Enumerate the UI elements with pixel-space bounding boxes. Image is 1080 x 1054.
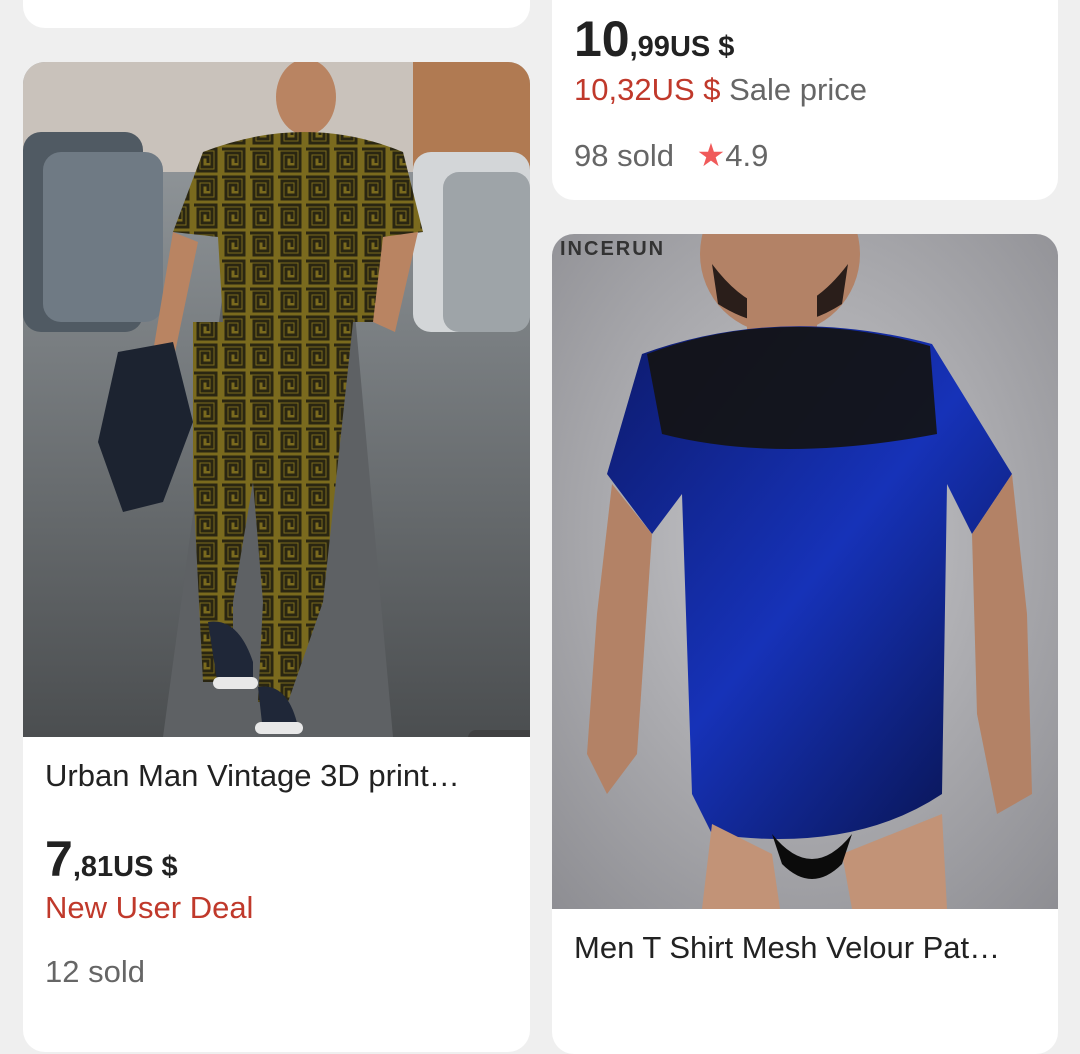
rating: 4.9	[725, 138, 769, 173]
product-title[interactable]: Men T Shirt Mesh Velour Pat…	[574, 930, 1039, 966]
product-title[interactable]: Urban Man Vintage 3D print…	[45, 758, 510, 794]
sale-price-value: 10,32US $	[574, 72, 721, 107]
price-integer: 10	[574, 11, 630, 67]
product-image[interactable]: AD	[23, 62, 530, 737]
product-photo	[23, 62, 530, 737]
product-card[interactable]: AD Urban Man Vintage 3D print… 7,81US $ …	[23, 62, 530, 1052]
product-photo	[552, 234, 1058, 909]
star-icon: ★	[696, 137, 726, 173]
product-image[interactable]: INCERUN	[552, 234, 1058, 909]
price: 10,99US $	[574, 10, 734, 68]
product-card-partial[interactable]	[23, 0, 530, 28]
price-decimals: ,81US $	[72, 851, 178, 883]
sold-count: 98 sold	[574, 138, 674, 173]
price-decimals: ,99US $	[629, 31, 735, 63]
price: 7,81US $	[45, 830, 178, 888]
product-card[interactable]: INCERUN Men T Shirt Mesh Velour Pat…	[552, 234, 1058, 1054]
product-card[interactable]: 10,99US $ 10,32US $ Sale price 98 sold ★…	[552, 0, 1058, 200]
sale-price-row: 10,32US $ Sale price	[574, 72, 867, 108]
sold-rating-row: 98 sold ★4.9	[574, 136, 768, 174]
new-user-deal: New User Deal	[45, 890, 254, 925]
brand-logo: INCERUN	[560, 238, 666, 260]
sold-count: 12 sold	[45, 954, 145, 989]
ad-badge: AD	[468, 730, 530, 737]
price-integer: 7	[45, 831, 73, 887]
sale-price-label: Sale price	[729, 72, 867, 107]
